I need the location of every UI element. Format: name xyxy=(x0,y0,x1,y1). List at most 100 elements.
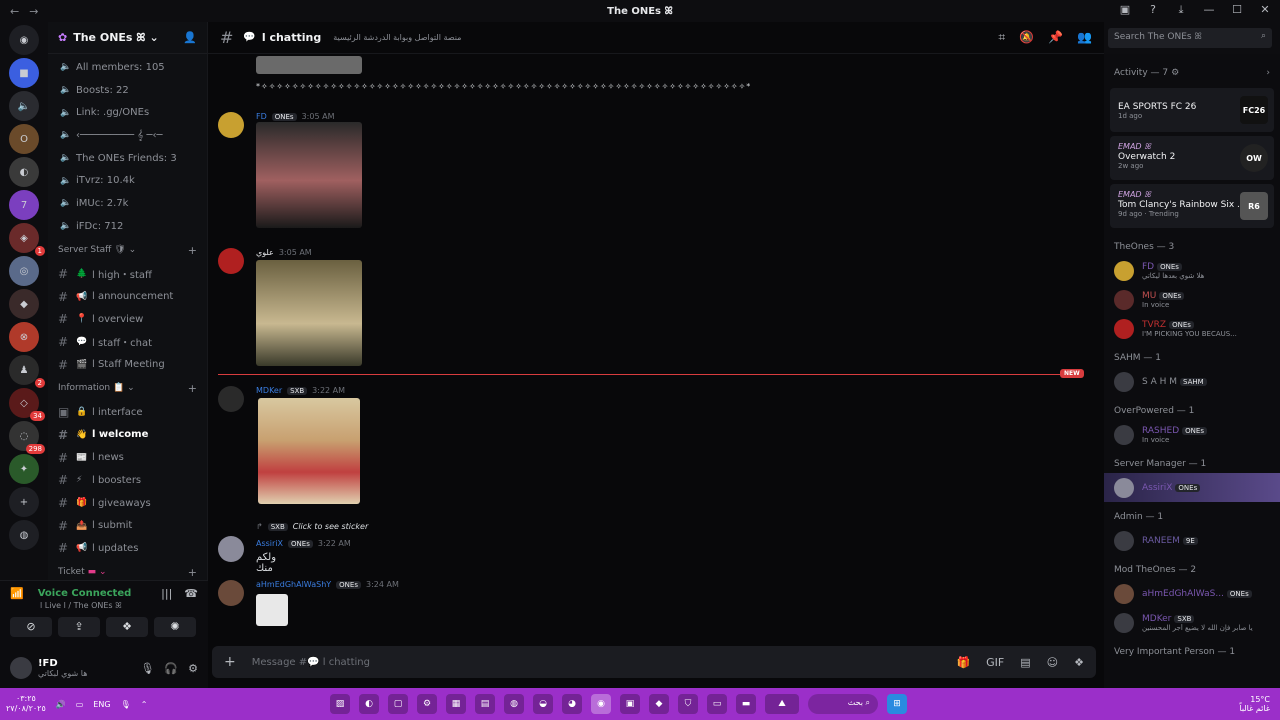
chevron-right-icon[interactable]: › xyxy=(1266,68,1270,78)
server-icon[interactable]: ◆ xyxy=(9,289,39,319)
category-information[interactable]: Information 📋 ⌄ + xyxy=(48,376,207,401)
stat-channel[interactable]: 🔈 iFDc: 712 xyxy=(48,215,207,238)
channel-item[interactable]: # 📢 l updates xyxy=(48,537,207,560)
server-icon[interactable]: 🔈 xyxy=(9,91,39,121)
emoji-icon[interactable]: ☺ xyxy=(1047,656,1058,669)
server-icon[interactable]: 7 xyxy=(9,190,39,220)
server-icon[interactable]: ■ xyxy=(9,58,39,88)
category-server-staff[interactable]: Server Staff 🛡 ⌄ + xyxy=(48,238,207,263)
mute-icon[interactable]: 🔕 xyxy=(1019,30,1034,45)
channel-item[interactable]: # 📤 l submit xyxy=(48,514,207,537)
server-icon[interactable]: ✦ xyxy=(9,454,39,484)
gif-icon[interactable]: GIF xyxy=(986,656,1004,669)
settings-icon[interactable]: ⚙ xyxy=(417,694,437,714)
member-item[interactable]: MDKer SXB يا صابر فإن الله لا يضيع أجر الم… xyxy=(1104,608,1280,637)
avatar[interactable] xyxy=(218,386,244,412)
server-header[interactable]: ✿ The ONEs ꕤ ⌄ 👤 xyxy=(48,22,207,54)
member-item[interactable]: aHmEdGhAlWaS... ONEs xyxy=(1104,579,1280,608)
avatar[interactable] xyxy=(10,657,32,679)
add-channel-icon[interactable]: + xyxy=(188,566,197,579)
image-attachment[interactable] xyxy=(258,398,360,504)
app-icon[interactable]: ▬ xyxy=(736,694,756,714)
download-icon[interactable]: ⤓ xyxy=(1174,3,1188,17)
camera-off-button[interactable]: ⊘ xyxy=(10,617,52,637)
channel-item[interactable]: # ⚡ l boosters xyxy=(48,469,207,492)
stat-channel[interactable]: 🔈 Boosts: 22 xyxy=(48,79,207,102)
message-author[interactable]: FD xyxy=(256,112,267,121)
folder-icon[interactable]: ▭ xyxy=(707,694,727,714)
avatar[interactable] xyxy=(218,536,244,562)
search-input[interactable]: Search The ONEs ꕤ ⌕ xyxy=(1108,28,1272,48)
avatar[interactable] xyxy=(218,580,244,606)
soundboard-icon[interactable]: ||| xyxy=(161,587,172,600)
stat-channel[interactable]: 🔈 Link: .gg/ONEs xyxy=(48,101,207,124)
server-icon[interactable]: ◈ 1 xyxy=(9,223,45,256)
apps-icon[interactable]: ❖ xyxy=(1074,656,1084,669)
add-server-icon[interactable]: + xyxy=(9,487,39,517)
store-icon[interactable]: ▦ xyxy=(446,694,466,714)
message-author[interactable]: علوي xyxy=(256,248,274,257)
taskbar-search[interactable]: بحث ⌕ xyxy=(808,694,878,714)
add-attachment-icon[interactable]: + xyxy=(224,654,236,670)
maximize-icon[interactable]: ☐ xyxy=(1230,3,1244,17)
network-icon[interactable]: ▭ xyxy=(76,700,84,709)
stat-channel[interactable]: 🔈 ‹───────── 𝄞 ─‹─ xyxy=(48,124,207,147)
app-icon[interactable]: ▨ xyxy=(330,694,350,714)
stat-channel[interactable]: 🔈 All members: 105 xyxy=(48,56,207,79)
server-icon[interactable]: ◌ 298 xyxy=(9,421,45,454)
message-author[interactable]: aHmEdGhAlWaShY xyxy=(256,580,331,589)
channel-item-active[interactable]: # 👋 l welcome xyxy=(48,424,207,447)
language-indicator[interactable]: ENG xyxy=(93,700,110,709)
server-icon[interactable]: O xyxy=(9,124,39,154)
soundboard-button[interactable]: ✺ xyxy=(154,617,196,637)
inbox-icon[interactable]: ▣ xyxy=(1118,3,1132,17)
message-composer[interactable]: + Message #💬 l chatting 🎁 GIF ▤ ☺ ❖ xyxy=(212,646,1096,678)
server-icon[interactable]: ◐ xyxy=(9,157,39,187)
volume-icon[interactable]: 🔊 xyxy=(56,700,66,709)
disconnect-icon[interactable]: ☎ xyxy=(184,587,198,600)
stat-channel[interactable]: 🔈 The ONEs Friends: 3 xyxy=(48,147,207,170)
shield-icon[interactable]: ⛉ xyxy=(678,694,698,714)
channel-item[interactable]: # 🎬 l Staff Meeting xyxy=(48,353,207,376)
image-attachment[interactable] xyxy=(256,260,362,366)
add-channel-icon[interactable]: + xyxy=(188,382,197,395)
image-attachment[interactable] xyxy=(256,56,362,74)
member-item[interactable]: S A H M SAHM xyxy=(1104,367,1280,396)
headphones-icon[interactable]: 🎧 xyxy=(164,662,178,675)
discord-icon[interactable]: ◉ xyxy=(591,694,611,714)
channel-item[interactable]: # 💬 l staff・chat xyxy=(48,331,207,354)
image-attachment[interactable] xyxy=(256,122,362,228)
server-icon[interactable]: ♟ 2 xyxy=(9,355,45,388)
stat-channel[interactable]: 🔈 iTvrz: 10.4k xyxy=(48,169,207,192)
activities-button[interactable]: ❖ xyxy=(106,617,148,637)
app-icon[interactable]: ▤ xyxy=(475,694,495,714)
channel-item[interactable]: # 🌲 l high・staff xyxy=(48,263,207,286)
chevron-up-icon[interactable]: ⌃ xyxy=(141,700,148,709)
pin-icon[interactable]: 📌 xyxy=(1048,30,1063,45)
channel-item[interactable]: ▣ 🔒 l interface xyxy=(48,401,207,424)
screen-share-button[interactable]: ⇪ xyxy=(58,617,100,637)
message-input[interactable]: Message #💬 l chatting xyxy=(252,657,370,668)
member-item[interactable]: MU ONEs In voice xyxy=(1104,285,1280,314)
threads-icon[interactable]: ⌗ xyxy=(998,30,1005,45)
member-item[interactable]: RANEEM 9E xyxy=(1104,526,1280,555)
add-member-icon[interactable]: 👤 xyxy=(183,31,197,44)
activity-header[interactable]: Activity — 7 ⚙ › xyxy=(1104,54,1280,84)
chrome-icon[interactable]: ◕ xyxy=(562,694,582,714)
sticker[interactable] xyxy=(256,594,288,626)
app-icon[interactable]: ◍ xyxy=(504,694,524,714)
microphone-icon[interactable]: 🎙 xyxy=(140,662,154,675)
channel-item[interactable]: # 📍 l overview xyxy=(48,308,207,331)
message-author[interactable]: MDKer xyxy=(256,386,282,395)
channel-item[interactable]: # 📰 l news xyxy=(48,446,207,469)
edge-icon[interactable]: ◒ xyxy=(533,694,553,714)
activity-card[interactable]: EMAD ꕤ Tom Clancy's Rainbow Six ... 9d a… xyxy=(1110,184,1274,228)
game-icon[interactable]: ▣ xyxy=(620,694,640,714)
category-ticket[interactable]: Ticket ▬ ⌄ + xyxy=(48,560,207,582)
app-icon[interactable]: ◆ xyxy=(649,694,669,714)
help-icon[interactable]: ? xyxy=(1146,3,1160,17)
avatar[interactable] xyxy=(218,248,244,274)
minimize-icon[interactable]: — xyxy=(1202,3,1216,17)
member-item[interactable]: RASHED ONEs In voice xyxy=(1104,420,1280,449)
member-item[interactable]: TVRZ ONEs I'M PICKING YOU BECAUS... xyxy=(1104,314,1280,343)
